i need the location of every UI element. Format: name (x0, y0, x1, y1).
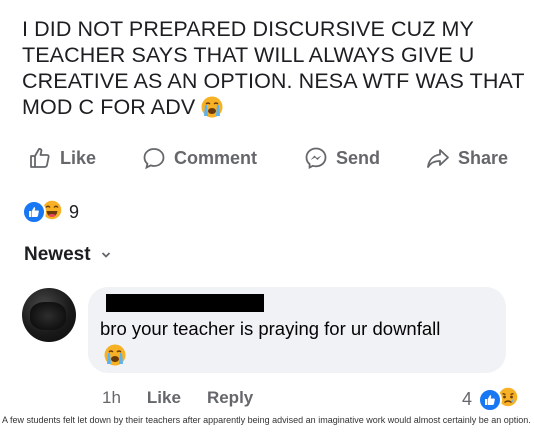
speech-bubble-icon (143, 148, 165, 170)
loudly-crying-face-icon (201, 96, 223, 124)
share-arrow-icon (427, 149, 449, 168)
send-label: Send (336, 147, 381, 168)
comment-meta: 1h Like Reply (102, 388, 279, 408)
post-reactions-summary[interactable]: 9 (22, 198, 80, 224)
thumbs-up-icon (30, 148, 50, 168)
comment-reply-link[interactable]: Reply (207, 388, 253, 408)
image-caption: A few students felt let down by their te… (2, 415, 531, 425)
like-button[interactable]: Like (28, 140, 96, 176)
comment-text: bro your teacher is praying for ur downf… (100, 318, 441, 339)
post-body: I DID NOT PREPARED DISCURSIVE CUZ MY TEA… (22, 16, 525, 124)
like-reaction-icon (478, 387, 503, 412)
messenger-icon (305, 147, 327, 169)
loudly-crying-face-icon (104, 344, 126, 371)
reaction-count: 9 (69, 201, 80, 222)
comment-button[interactable]: Comment (142, 140, 257, 176)
like-reaction-icon (22, 200, 46, 224)
post-action-bar: Like Comment Send Share (0, 140, 534, 176)
post-line-text: MOD C FOR ADV (22, 95, 196, 119)
share-label: Share (458, 147, 509, 168)
commenter-avatar[interactable] (22, 288, 76, 342)
comment-sort-dropdown[interactable]: Newest (24, 244, 111, 266)
sort-label: Newest (24, 244, 91, 265)
comment-like-link[interactable]: Like (147, 388, 181, 408)
post-line: TEACHER SAYS THAT WILL ALWAYS GIVE U (22, 43, 475, 67)
share-button[interactable]: Share (426, 140, 508, 176)
post-line-last: MOD C FOR ADV (22, 94, 522, 124)
redacted-author-name (106, 294, 264, 312)
chevron-down-icon (101, 252, 110, 258)
comment-timestamp[interactable]: 1h (102, 388, 121, 408)
post-line: CREATIVE AS AN OPTION. NESA WTF WAS THAT (22, 69, 525, 93)
comment-label: Comment (174, 147, 258, 168)
like-label: Like (60, 147, 97, 168)
comment-reactions-summary[interactable]: 4 (462, 386, 519, 413)
post-line: I DID NOT PREPARED DISCURSIVE CUZ MY (22, 17, 474, 41)
send-button[interactable]: Send (304, 140, 380, 176)
comment-reaction-count: 4 (462, 389, 473, 409)
